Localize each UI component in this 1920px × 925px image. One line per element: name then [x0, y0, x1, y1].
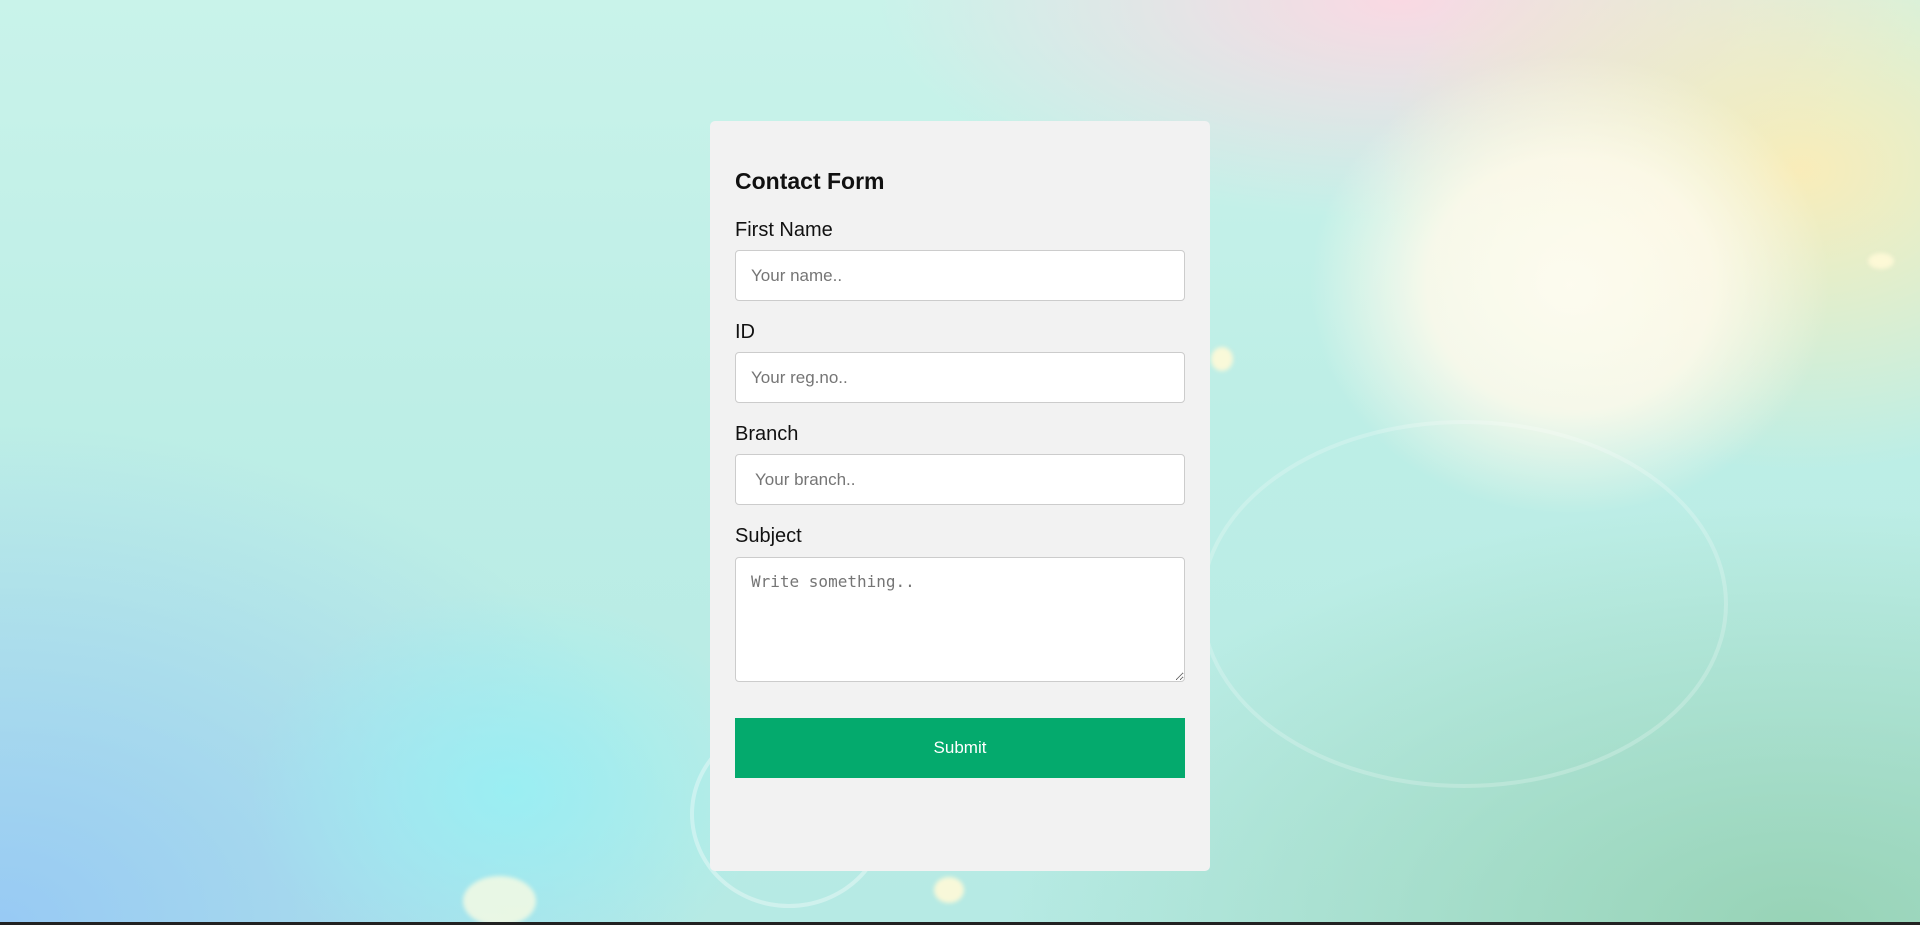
- background-light-spot: [1211, 347, 1233, 371]
- subject-textarea[interactable]: [735, 557, 1185, 682]
- id-input[interactable]: [735, 352, 1185, 403]
- form-title: Contact Form: [735, 168, 885, 194]
- background-light-spot: [463, 876, 536, 925]
- first-name-label: First Name: [735, 219, 833, 241]
- id-label: ID: [735, 321, 755, 343]
- background-light-ring: [1200, 420, 1728, 788]
- subject-label: Subject: [735, 525, 802, 547]
- submit-button[interactable]: Submit: [735, 718, 1185, 778]
- first-name-input[interactable]: [735, 250, 1185, 301]
- branch-label: Branch: [735, 423, 799, 445]
- background-light-spot: [934, 877, 964, 903]
- branch-input[interactable]: [735, 454, 1185, 505]
- contact-form-card: Contact Form First Name ID Branch Subjec…: [710, 121, 1210, 871]
- background-light-spot: [1868, 253, 1894, 269]
